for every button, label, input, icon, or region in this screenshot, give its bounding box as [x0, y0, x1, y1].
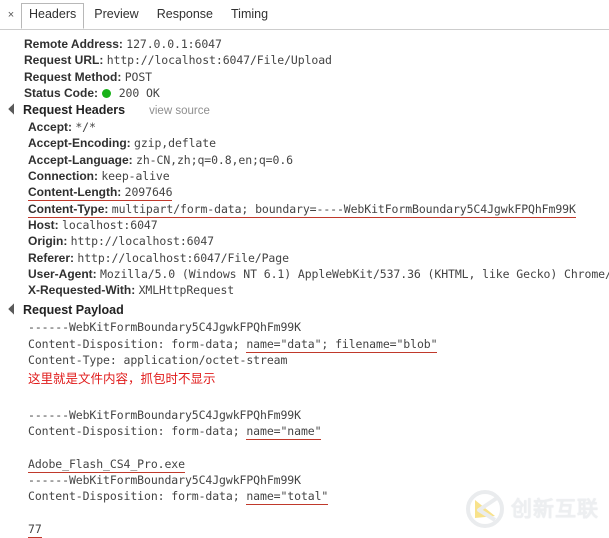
header-value: localhost:6047 [62, 217, 158, 232]
payload-note-annotation: 这里就是文件内容，抓包时不显示 [0, 368, 609, 390]
section-request-payload[interactable]: Request Payload [0, 301, 609, 319]
chevron-down-icon[interactable] [8, 103, 20, 115]
header-row-content-type: Content-Type: multipart/form-data; bound… [0, 201, 609, 218]
payload-disposition-data: Content-Disposition: form-data; name="da… [0, 336, 609, 353]
view-source-link[interactable]: view source [149, 105, 210, 117]
boundary-text: ------WebKitFormBoundary5C4JgwkFPQhFm99K [28, 407, 301, 422]
header-key: Origin: [28, 234, 68, 249]
header-value: http://localhost:6047/File/Page [77, 250, 289, 265]
payload-disposition-name: Content-Disposition: form-data; name="na… [0, 423, 609, 440]
tab-timing[interactable]: Timing [223, 3, 276, 27]
header-row-content-length: Content-Length: 2097646 [0, 184, 609, 202]
row-request-method: Request Method: POST [0, 69, 609, 85]
header-row-user-agent: User-Agent: Mozilla/5.0 (Windows NT 6.1)… [0, 266, 609, 282]
header-key: Host: [28, 217, 59, 232]
header-value: zh-CN,zh;q=0.8,en;q=0.6 [136, 152, 293, 167]
header-key: Content-Type: [28, 201, 109, 216]
note-text-chinese: 这里就是文件内容，抓包时不显示 [28, 371, 216, 387]
close-icon[interactable]: × [0, 0, 20, 30]
remote-address-value: 127.0.0.1:6047 [126, 37, 222, 51]
annotation-underline-content-length: Content-Length: 2097646 [28, 185, 173, 202]
annotation-underline-total-value: 77 [28, 521, 42, 538]
panel-tabbar: × Headers Preview Response Timing [0, 0, 609, 30]
headers-content-pane[interactable]: Remote Address: 127.0.0.1:6047 Request U… [0, 30, 609, 538]
header-row: Host: localhost:6047 [0, 217, 609, 233]
header-key: Content-Length: [28, 185, 122, 200]
section-request-headers-label: Request Headers [23, 103, 126, 118]
annotation-underline-name-data: name="data"; filename="blob" [246, 336, 438, 353]
remote-address-key: Remote Address: [24, 37, 123, 51]
header-row: X-Requested-With: XMLHttpRequest [0, 282, 609, 298]
row-status-code: Status Code: 200 OK [0, 85, 609, 101]
header-value: gzip,deflate [134, 136, 216, 151]
header-row: Accept-Encoding: gzip,deflate [0, 135, 609, 151]
request-method-key: Request Method: [24, 69, 122, 84]
tab-preview[interactable]: Preview [86, 3, 146, 27]
section-request-headers[interactable]: Request Headers view source [0, 101, 609, 119]
row-remote-address: Remote Address: 127.0.0.1:6047 [0, 36, 609, 52]
header-value: XMLHttpRequest [138, 283, 235, 298]
annotation-underline-content-type: Content-Type: multipart/form-data; bound… [28, 201, 576, 218]
tab-response[interactable]: Response [149, 3, 221, 27]
header-key: Accept-Language: [28, 152, 133, 167]
disposition-prefix: Content-Disposition: form-data; [28, 489, 247, 504]
disposition-prefix: Content-Disposition: form-data; [28, 336, 247, 351]
payload-boundary-line: ------WebKitFormBoundary5C4JgwkFPQhFm99K [0, 319, 609, 335]
annotation-underline-name-name: name="name" [246, 423, 322, 440]
header-row: Origin: http://localhost:6047 [0, 233, 609, 249]
payload-content-type: Content-Type: application/octet-stream [0, 352, 609, 368]
header-key: Connection: [28, 169, 98, 184]
disposition-prefix: Content-Disposition: form-data; [28, 423, 247, 438]
header-key: Accept: [28, 120, 73, 135]
header-key: Accept-Encoding: [28, 136, 131, 151]
header-row: Connection: keep-alive [0, 168, 609, 184]
header-row: Accept-Language: zh-CN,zh;q=0.8,en;q=0.6 [0, 152, 609, 168]
payload-boundary-line: ------WebKitFormBoundary5C4JgwkFPQhFm99K [0, 407, 609, 423]
payload-disposition-total: Content-Disposition: form-data; name="to… [0, 488, 609, 506]
header-key: User-Agent: [28, 266, 97, 281]
boundary-text: ------WebKitFormBoundary5C4JgwkFPQhFm99K [28, 320, 301, 335]
status-ok-icon [102, 88, 112, 98]
header-value: 2097646 [124, 185, 173, 200]
annotation-underline-filename-value: Adobe_Flash_CS4_Pro.exe [28, 456, 185, 473]
boundary-text: ------WebKitFormBoundary5C4JgwkFPQhFm99K [28, 472, 301, 487]
request-url-key: Request URL: [24, 53, 104, 68]
header-value: */* [75, 120, 96, 135]
status-code-value: 200 OK [118, 85, 160, 100]
payload-value-total: 77 [0, 521, 609, 538]
header-value: http://localhost:6047 [70, 234, 214, 249]
section-request-payload-label: Request Payload [23, 303, 124, 318]
payload-boundary-line: ------WebKitFormBoundary5C4JgwkFPQhFm99K [0, 472, 609, 488]
payload-value-name: Adobe_Flash_CS4_Pro.exe [0, 456, 609, 473]
header-row: Accept: */* [0, 119, 609, 135]
content-type-text: Content-Type: application/octet-stream [28, 353, 288, 368]
request-method-value: POST [124, 69, 152, 84]
annotation-underline-name-total: name="total" [246, 489, 329, 506]
header-value: keep-alive [101, 169, 170, 184]
request-url-value[interactable]: http://localhost:6047/File/Upload [107, 53, 332, 67]
header-key: X-Requested-With: [28, 283, 136, 298]
chevron-down-icon[interactable] [8, 303, 20, 316]
header-key: Referer: [28, 250, 75, 265]
header-row: Referer: http://localhost:6047/File/Page [0, 250, 609, 266]
header-value: multipart/form-data; boundary=----WebKit… [111, 201, 576, 216]
status-code-key: Status Code: [24, 85, 99, 100]
tab-headers[interactable]: Headers [21, 2, 85, 29]
header-value: Mozilla/5.0 (Windows NT 6.1) AppleWebKit… [100, 266, 609, 281]
row-request-url: Request URL: http://localhost:6047/File/… [0, 52, 609, 68]
